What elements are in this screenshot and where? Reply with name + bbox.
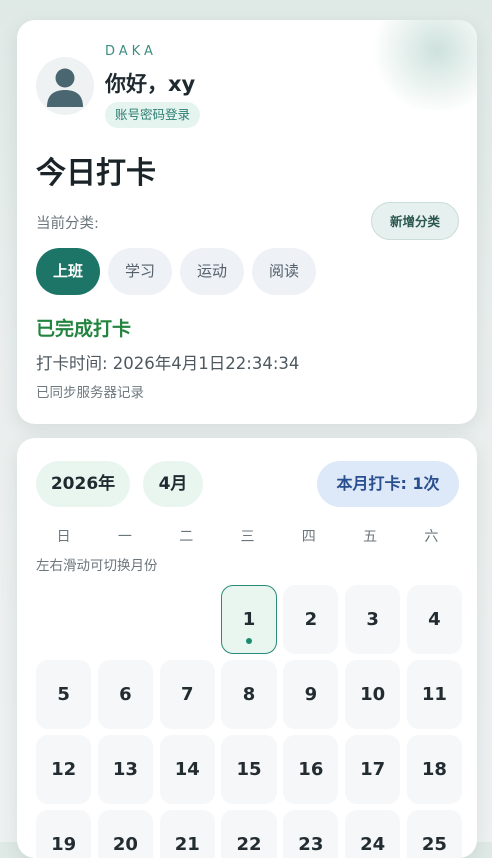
weekday-label: 三 [240,529,255,545]
calendar-day-10[interactable]: 10 [344,660,401,729]
checkin-card: DAKA 你好，xy 账号密码登录 今日打卡 当前分类: 新增分类 上班 学习 … [17,20,477,424]
calendar-day-1[interactable]: 1 [221,585,277,654]
calendar-day-12[interactable]: 12 [36,735,92,804]
calendar-day-number: 11 [421,684,447,705]
calendar-day-number: 8 [242,684,256,705]
login-method-badge: 账号密码登录 [105,102,201,128]
calendar-day-22[interactable]: 22 [221,810,277,858]
calendar-day-number: 5 [57,684,70,705]
calendar-day-number: 15 [236,759,262,780]
weekday-label: 四 [301,529,316,545]
calendar-day-number: 23 [298,834,324,855]
checkin-dot-icon [246,638,253,644]
calendar-day-number: 12 [51,759,77,780]
calendar-day-number: 16 [298,759,324,780]
calendar-day-18[interactable]: 18 [406,735,463,804]
calendar-day-5[interactable]: 5 [36,660,92,729]
calendar-grid: 1 2 3 4 5 6 7 8 9 10 11 12 13 14 15 16 17 18 19 20 21 22 23 24 2… [36,585,463,858]
checkin-time: 打卡时间: 2026年4月1日22:34:34 [36,354,300,373]
calendar-day-number: 13 [112,759,138,780]
calendar-day-number: 20 [112,834,138,855]
calendar-day-number: 10 [360,684,386,705]
calendar-day-16[interactable]: 16 [283,735,339,804]
calendar-day-number: 2 [304,609,318,630]
calendar-card: 2026年 4月 本月打卡: 1次 日 一 二 三 四 五 六 左右滑动可切换月… [17,438,477,858]
weekday-label: 五 [363,529,378,545]
calendar-day-25[interactable]: 25 [406,810,463,858]
category-chips: 上班 学习 运动 阅读 [36,248,317,295]
sync-status: 已同步服务器记录 [36,385,144,401]
category-chip-study[interactable]: 学习 [108,248,173,295]
calendar-day-6[interactable]: 6 [97,660,154,729]
calendar-day-14[interactable]: 14 [159,735,215,804]
calendar-day-number: 3 [366,609,379,630]
user-avatar-icon[interactable] [36,57,94,115]
calendar-day-9[interactable]: 9 [283,660,339,729]
calendar-day-2[interactable]: 2 [283,585,339,654]
calendar-day-11[interactable]: 11 [406,660,463,729]
calendar-blank-cell [98,585,153,654]
swipe-hint: 左右滑动可切换月份 [36,558,158,574]
calendar-day-number: 4 [428,609,441,630]
calendar-day-number: 25 [421,834,447,855]
calendar-day-number: 6 [119,684,132,705]
calendar-day-number: 24 [360,834,386,855]
add-category-button[interactable]: 新增分类 [371,202,459,240]
weekday-label: 六 [424,529,439,545]
calendar-day-number: 21 [174,834,200,855]
calendar-day-number: 7 [180,684,194,705]
calendar-day-24[interactable]: 24 [344,810,401,858]
year-selector[interactable]: 2026年 [36,461,130,507]
calendar-day-number: 1 [242,609,256,630]
calendar-day-number: 19 [51,834,77,855]
weekday-header: 日 一 二 三 四 五 六 [36,526,459,546]
category-label: 当前分类: [36,216,99,232]
decorative-glow [367,20,477,110]
calendar-day-21[interactable]: 21 [159,810,215,858]
calendar-blank-cell [36,585,91,654]
calendar-day-number: 22 [236,834,262,855]
calendar-day-23[interactable]: 23 [283,810,339,858]
month-checkin-count: 本月打卡: 1次 [317,461,459,507]
calendar-day-7[interactable]: 7 [159,660,215,729]
checkin-status: 已完成打卡 [36,318,132,340]
calendar-day-17[interactable]: 17 [344,735,401,804]
calendar-day-20[interactable]: 20 [97,810,154,858]
calendar-day-number: 18 [421,759,447,780]
greeting-text: 你好，xy [105,72,196,96]
calendar-day-number: 9 [304,684,318,705]
category-chip-sport[interactable]: 运动 [180,248,245,295]
calendar-day-15[interactable]: 15 [221,735,277,804]
category-chip-work[interactable]: 上班 [36,248,101,295]
calendar-day-13[interactable]: 13 [97,735,154,804]
calendar-day-19[interactable]: 19 [36,810,92,858]
calendar-day-3[interactable]: 3 [344,585,401,654]
calendar-day-number: 14 [174,759,200,780]
brand-label: DAKA [105,44,157,59]
weekday-label: 二 [179,529,194,545]
calendar-day-4[interactable]: 4 [406,585,463,654]
month-selector[interactable]: 4月 [143,461,203,507]
page-title: 今日打卡 [36,156,156,191]
weekday-label: 一 [117,529,132,545]
calendar-day-number: 17 [360,759,386,780]
calendar-blank-cell [160,585,215,654]
category-chip-reading[interactable]: 阅读 [252,248,317,295]
calendar-day-8[interactable]: 8 [221,660,277,729]
weekday-label: 日 [56,529,71,545]
